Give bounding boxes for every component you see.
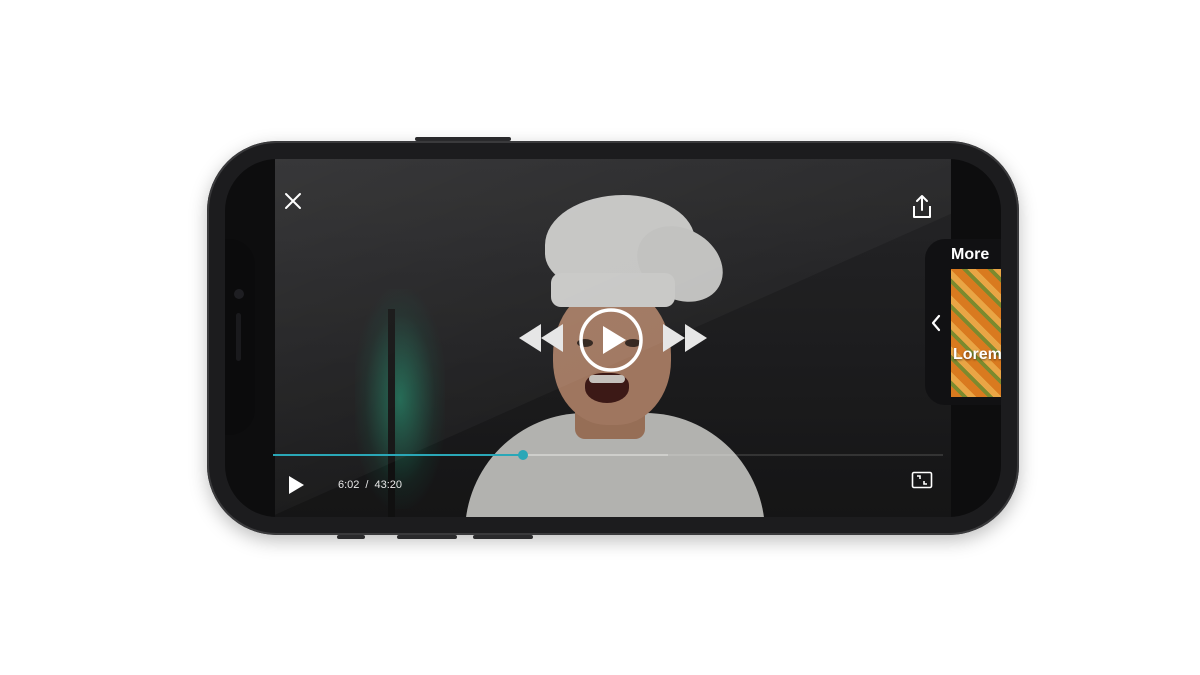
share-icon [913,195,931,218]
total-duration: 43:20 [374,479,403,491]
close-icon [285,193,301,209]
phone-bottom-button [337,535,365,539]
fast-forward-icon [663,324,707,352]
screen: 6:02 / 43:20 More Lorem ipsum [225,159,1001,517]
phone-bottom-button [473,535,533,539]
stage: 6:02 / 43:20 More Lorem ipsum [0,0,1200,675]
close-button[interactable] [281,189,305,213]
more-video-title: Lorem ipsum [953,346,1001,363]
exit-fullscreen-button[interactable] [911,471,933,489]
play-pause-button[interactable] [578,307,644,373]
exit-fullscreen-icon [911,471,933,489]
notch [225,239,255,435]
more-label: More [951,246,990,263]
phone-bottom-button [397,535,457,539]
play-icon [579,308,643,372]
time-separator: / [365,479,369,491]
play-icon [289,476,304,494]
expand-more-button[interactable] [928,313,944,333]
rewind-icon [519,324,563,352]
more-videos-panel: More Lorem ipsum [925,239,1001,405]
time-display: 6:02 / 43:20 [338,479,402,491]
bottom-play-button[interactable] [285,474,307,496]
rewind-button[interactable] [517,322,565,354]
phone-top-button [415,137,511,141]
progress-played [273,454,523,456]
chevron-left-icon [931,314,941,332]
fast-forward-button[interactable] [661,322,709,354]
share-button[interactable] [909,193,935,221]
progress-bar[interactable] [273,450,943,460]
current-time: 6:02 [338,479,360,491]
more-video-thumbnail[interactable]: Lorem ipsum [951,269,1001,397]
front-camera [234,289,244,299]
earpiece-speaker [236,313,241,361]
progress-scrubber[interactable] [517,450,528,460]
phone-frame: 6:02 / 43:20 More Lorem ipsum [207,137,1019,539]
